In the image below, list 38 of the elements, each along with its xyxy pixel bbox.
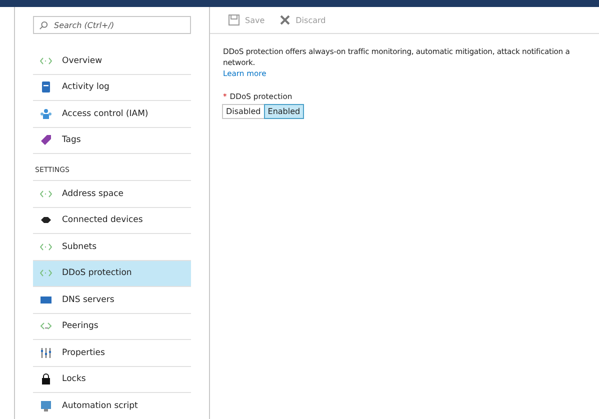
- server-icon: [40, 294, 52, 306]
- sidebar-item[interactable]: Tags: [33, 128, 191, 154]
- item-label: Peerings: [62, 321, 98, 332]
- close-icon: [278, 14, 291, 26]
- sidebar-item[interactable]: Overview: [33, 48, 191, 74]
- sidebar-item[interactable]: DNS servers: [33, 287, 191, 314]
- item-label: Locks: [62, 374, 86, 384]
- item-label: Automation script: [62, 400, 138, 411]
- sidebar-item[interactable]: DDoS protection: [33, 260, 191, 287]
- search-icon: [39, 20, 48, 30]
- item-label: Address space: [62, 188, 124, 199]
- item-label: DNS servers: [62, 294, 114, 305]
- item-label: Connected devices: [62, 215, 143, 226]
- people-icon: [40, 108, 52, 120]
- document-icon: [40, 81, 52, 94]
- toggle-option[interactable]: Disabled: [222, 104, 265, 119]
- sidebar-item[interactable]: Address space: [33, 181, 191, 208]
- sidebar-item[interactable]: Activity log: [33, 74, 191, 101]
- toggle-option[interactable]: Enabled: [264, 104, 304, 119]
- item-label: Activity log: [62, 82, 110, 92]
- sliders-icon: [40, 346, 52, 359]
- sidebar-item[interactable]: Locks: [33, 366, 191, 393]
- item-label: Overview: [62, 56, 102, 66]
- lock-icon: [40, 373, 52, 386]
- item-label: Tags: [62, 135, 81, 146]
- item-label: Properties: [62, 348, 105, 358]
- sidebar-item[interactable]: Connected devices: [33, 208, 191, 234]
- item-label: Access control (IAM): [62, 108, 148, 119]
- sidebar-item[interactable]: Properties: [33, 340, 191, 366]
- sidebar-item[interactable]: Automation script: [33, 393, 191, 419]
- search-field[interactable]: Search (Ctrl+/): [33, 16, 191, 34]
- sidebar-item[interactable]: Peerings: [33, 314, 191, 340]
- sidebar-item[interactable]: Access control (IAM): [33, 101, 191, 128]
- item-label: DDoS protection: [62, 268, 132, 278]
- tag-icon: [40, 134, 52, 146]
- item-label: Subnets: [62, 242, 97, 252]
- monitor-icon: [40, 400, 52, 412]
- save-icon: [228, 14, 240, 26]
